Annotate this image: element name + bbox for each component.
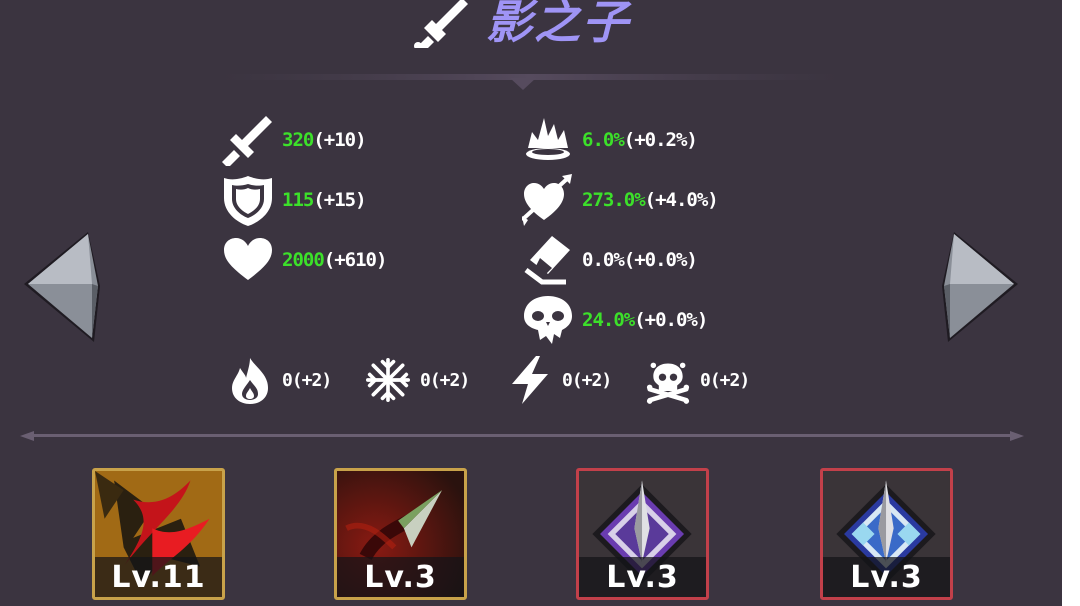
- stat-attack-bonus: (+10): [313, 129, 366, 151]
- stat-lifesteal: 24.0%(+0.0%): [522, 294, 708, 346]
- eraser-icon: [524, 236, 570, 285]
- stat-crit-rate-bonus: (+0.2%): [623, 129, 698, 151]
- stat-defense-value: 115: [282, 189, 314, 211]
- right-arrow-icon[interactable]: [940, 230, 1020, 348]
- stat-crit-damage: 273.0%(+4.0%): [522, 174, 719, 226]
- title-divider: [220, 74, 840, 90]
- hero-title: 影之子: [410, 0, 670, 52]
- fire-icon: [232, 358, 268, 404]
- stat-penetration: 0.0%(+0.0%): [522, 234, 698, 286]
- skull-crossbones-icon: [646, 362, 690, 404]
- skill-slot-4[interactable]: Lv.3: [820, 468, 953, 600]
- lightning-icon: [512, 356, 548, 404]
- skill-slot-1[interactable]: Lv.11: [92, 468, 225, 600]
- resist-poison: 0(+2): [646, 355, 750, 405]
- left-arrow-icon[interactable]: [22, 230, 102, 348]
- resist-fire: 0(+2): [228, 355, 332, 405]
- screen-edge: [1062, 0, 1080, 606]
- skill-slot-2[interactable]: Lv.3: [334, 468, 467, 600]
- stat-defense-bonus: (+15): [313, 189, 366, 211]
- stat-penetration-value: 0.0%: [582, 249, 625, 271]
- shield-icon: [224, 176, 272, 226]
- skull-drip-icon: [524, 296, 572, 344]
- stat-crit-rate-value: 6.0%: [582, 129, 625, 151]
- stat-defense: 115(+15): [222, 174, 367, 226]
- stat-hp: 2000(+610): [222, 234, 388, 286]
- hero-name: 影之子: [486, 0, 630, 49]
- stat-crit-damage-bonus: (+4.0%): [644, 189, 719, 211]
- stat-crit-damage-value: 273.0%: [582, 189, 646, 211]
- stat-hp-bonus: (+610): [323, 249, 388, 271]
- stat-attack: 320(+10): [222, 114, 367, 166]
- resist-lightning: 0(+2): [508, 355, 612, 405]
- crit-burst-icon: [526, 118, 570, 160]
- skill-level: Lv.3: [364, 560, 437, 595]
- resist-fire-value: 0(+2): [282, 369, 332, 391]
- resist-lightning-value: 0(+2): [562, 369, 612, 391]
- skill-level: Lv.11: [111, 560, 206, 595]
- hero-detail-panel: 影之子 320(+10) 115(+15) 2000(+610) 6.0%(+0…: [0, 0, 1062, 606]
- stat-lifesteal-value: 24.0%: [582, 309, 635, 331]
- stat-crit-rate: 6.0%(+0.2%): [522, 114, 698, 166]
- stat-attack-value: 320: [282, 129, 314, 151]
- snowflake-icon: [366, 358, 410, 402]
- skill-level: Lv.3: [606, 560, 679, 595]
- pierced-heart-icon: [522, 174, 572, 226]
- dagger-icon: [414, 0, 468, 48]
- stat-hp-value: 2000: [282, 249, 325, 271]
- stat-lifesteal-bonus: (+0.0%): [634, 309, 708, 331]
- section-divider: [20, 431, 1024, 441]
- skill-slot-3[interactable]: Lv.3: [576, 468, 709, 600]
- resist-ice-value: 0(+2): [420, 369, 470, 391]
- heart-icon: [224, 238, 272, 280]
- stat-penetration-bonus: (+0.0%): [623, 249, 698, 271]
- sword-icon: [222, 116, 272, 166]
- resist-ice: 0(+2): [366, 355, 470, 405]
- resist-poison-value: 0(+2): [700, 369, 750, 391]
- skill-level: Lv.3: [850, 560, 923, 595]
